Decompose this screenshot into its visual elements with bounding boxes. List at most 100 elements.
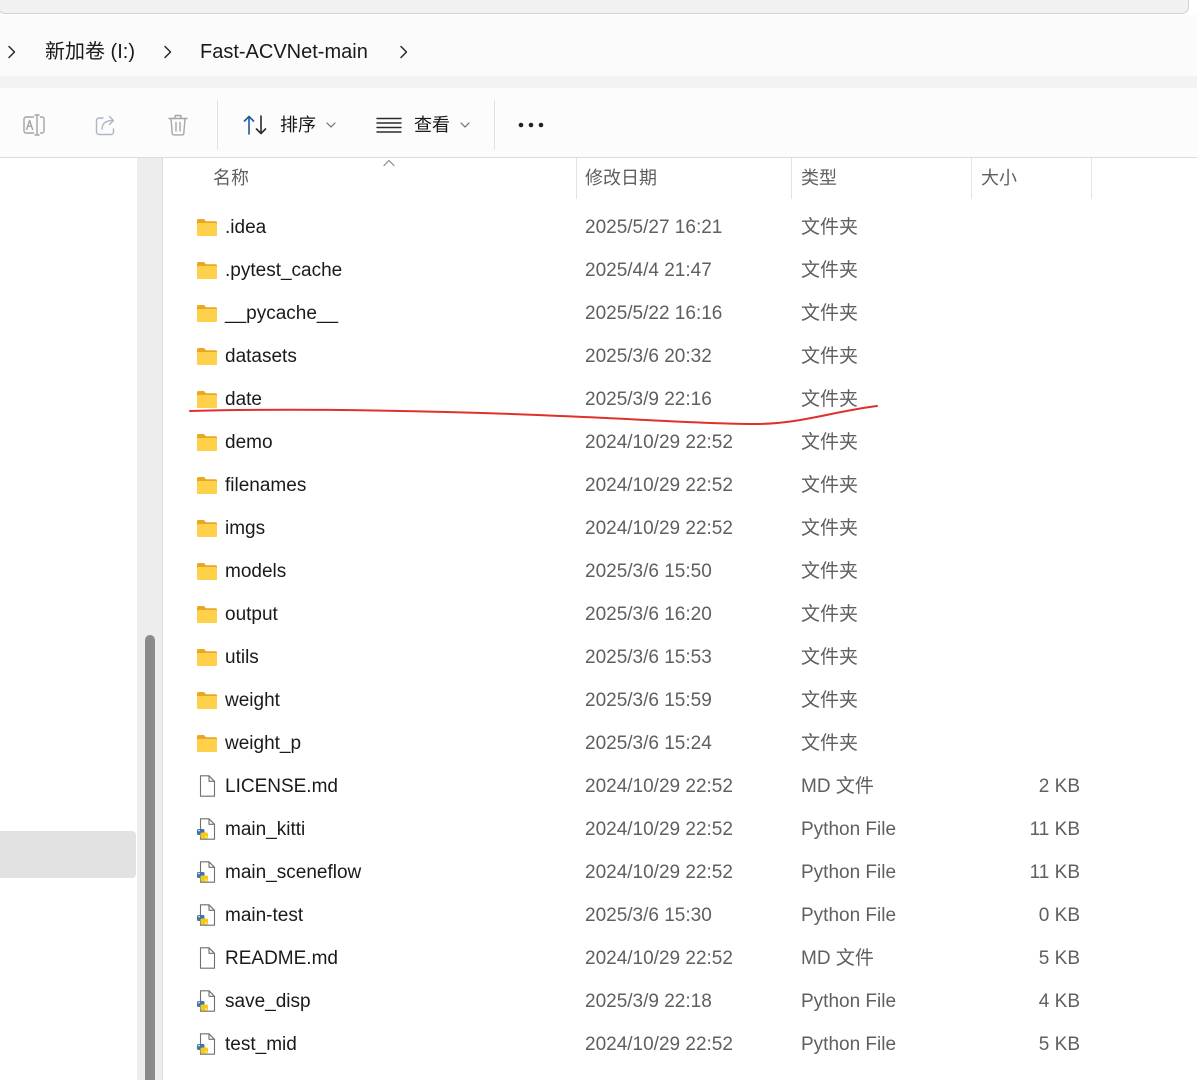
file-modified-date: 2025/3/6 15:53 [585,647,712,668]
document-icon [195,947,219,969]
column-header-size[interactable]: 大小 [972,158,1091,199]
folder-icon [195,388,219,410]
file-row[interactable]: filenames 2024/10/29 22:52 文件夹 [163,464,1197,507]
file-type: 文件夹 [801,432,859,453]
breadcrumb-item-folder[interactable]: Fast-ACVNet-main [200,39,368,65]
more-icon [517,118,545,132]
file-modified-date: 2024/10/29 22:52 [585,862,733,883]
column-separator[interactable] [1091,158,1092,199]
chevron-right-icon[interactable] [163,45,173,59]
sort-label: 排序 [280,115,316,135]
column-header-modified[interactable]: 修改日期 [577,158,791,199]
file-name: models [225,561,287,582]
column-header-type[interactable]: 类型 [792,158,971,199]
python-file-icon [195,904,219,926]
file-name: save_disp [225,991,311,1012]
more-options-button[interactable] [508,104,552,146]
folder-icon [195,431,219,453]
file-size [930,464,1080,507]
file-modified-date: 2025/3/6 15:24 [585,733,712,754]
file-modified-date: 2024/10/29 22:52 [585,432,733,453]
folder-icon [195,560,219,582]
folder-icon [195,302,219,324]
file-size: 0 KB [1038,905,1080,926]
file-type: Python File [801,905,897,926]
file-row[interactable]: weight 2025/3/6 15:59 文件夹 [163,679,1197,722]
file-row[interactable]: weight_p 2025/3/6 15:24 文件夹 [163,722,1197,765]
file-row[interactable]: main_sceneflow 2024/10/29 22:52 Python Fil… [163,851,1197,894]
rename-button[interactable] [14,104,54,146]
file-row[interactable]: imgs 2024/10/29 22:52 文件夹 [163,507,1197,550]
share-icon [93,112,119,138]
toolbar-separator [494,100,495,150]
sort-icon [242,113,268,137]
navigation-item-selected[interactable] [0,831,136,878]
file-name: imgs [225,518,266,539]
file-row[interactable]: .idea 2025/5/27 16:21 文件夹 [163,206,1197,249]
file-row[interactable]: datasets 2025/3/6 20:32 文件夹 [163,335,1197,378]
file-name: __pycache__ [225,303,339,324]
file-type: MD 文件 [801,948,874,969]
file-row[interactable]: demo 2024/10/29 22:52 文件夹 [163,421,1197,464]
file-type: 文件夹 [801,475,859,496]
file-name: weight_p [225,733,302,754]
file-name: demo [225,432,273,453]
file-type: 文件夹 [801,217,859,238]
file-type: Python File [801,991,897,1012]
folder-icon [195,689,219,711]
file-row[interactable]: .pytest_cache 2025/4/4 21:47 文件夹 [163,249,1197,292]
file-row[interactable]: main-test 2025/3/6 15:30 Python File 0 KB [163,894,1197,937]
file-modified-date: 2025/3/6 15:59 [585,690,712,711]
file-row[interactable]: utils 2025/3/6 15:53 文件夹 [163,636,1197,679]
folder-icon [195,474,219,496]
file-type: Python File [801,1034,897,1055]
file-row[interactable]: __pycache__ 2025/5/22 16:16 文件夹 [163,292,1197,335]
navigation-scrollbar-thumb[interactable] [145,635,155,1080]
file-type: 文件夹 [801,303,859,324]
file-row[interactable]: output 2025/3/6 16:20 文件夹 [163,593,1197,636]
file-row[interactable]: save_disp 2025/3/9 22:18 Python File 4 KB [163,980,1197,1023]
file-list: .idea 2025/5/27 16:21 文件夹 .pytest_cache 2025… [163,206,1197,1066]
view-label: 查看 [414,115,450,135]
file-row[interactable]: date 2025/3/9 22:16 文件夹 [163,378,1197,421]
file-type: 文件夹 [801,604,859,625]
file-type: 文件夹 [801,733,859,754]
file-name: .pytest_cache [225,260,343,281]
file-type: 文件夹 [801,561,859,582]
file-name: output [225,604,278,625]
share-button[interactable] [86,104,126,146]
chevron-down-icon [326,122,336,128]
folder-icon [195,345,219,367]
folder-icon [195,517,219,539]
file-modified-date: 2024/10/29 22:52 [585,819,733,840]
file-name: main_kitti [225,819,306,840]
file-row[interactable]: LICENSE.md 2024/10/29 22:52 MD 文件 2 KB [163,765,1197,808]
file-name: weight [225,690,280,711]
folder-icon [195,603,219,625]
sort-button[interactable]: 排序 [234,104,342,146]
file-type: 文件夹 [801,346,859,367]
file-type: 文件夹 [801,647,859,668]
file-modified-date: 2025/3/9 22:16 [585,389,712,410]
file-size [930,636,1080,679]
file-name: test_mid [225,1034,297,1055]
view-button[interactable]: 查看 [368,104,476,146]
file-name: datasets [225,346,297,367]
file-modified-date: 2025/4/4 21:47 [585,260,712,281]
file-row[interactable]: main_kitti 2024/10/29 22:52 Python File 11 … [163,808,1197,851]
chevron-right-icon[interactable] [7,45,17,59]
file-modified-date: 2024/10/29 22:52 [585,518,733,539]
address-bar-edge[interactable] [0,0,1189,14]
chevron-right-icon[interactable] [399,45,409,59]
file-modified-date: 2024/10/29 22:52 [585,475,733,496]
column-header-modified-label: 修改日期 [585,168,657,188]
column-header-name[interactable]: 名称 [163,158,576,199]
file-row[interactable]: README.md 2024/10/29 22:52 MD 文件 5 KB [163,937,1197,980]
toolbar-separator [217,100,218,150]
breadcrumb-item-drive[interactable]: 新加卷 (I:) [45,39,135,65]
delete-button[interactable] [158,104,198,146]
toolbar-gap [0,76,1197,88]
file-row[interactable]: test_mid 2024/10/29 22:52 Python File 5 KB [163,1023,1197,1066]
file-name: utils [225,647,259,668]
file-row[interactable]: models 2025/3/6 15:50 文件夹 [163,550,1197,593]
